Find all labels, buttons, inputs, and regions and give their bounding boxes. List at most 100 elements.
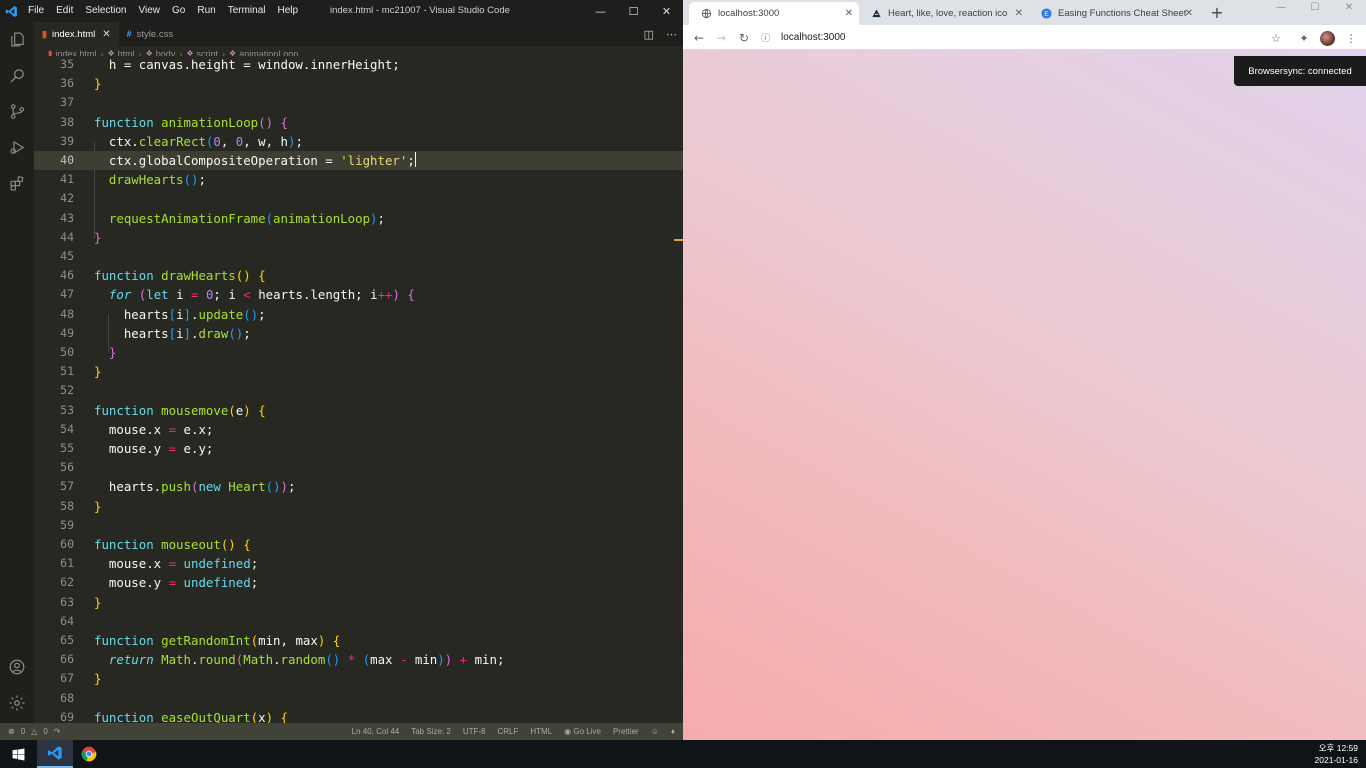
code-line[interactable]: 38 function animationLoop() { bbox=[34, 113, 683, 132]
close-icon[interactable]: ✕ bbox=[1332, 0, 1366, 14]
code-line[interactable]: 55 mouse.y = e.y; bbox=[34, 439, 683, 458]
close-tab-icon[interactable]: ✕ bbox=[1015, 8, 1023, 19]
code-line[interactable]: 52 bbox=[34, 381, 683, 400]
account-icon[interactable] bbox=[0, 650, 34, 684]
code-line[interactable]: 53 function mousemove(e) { bbox=[34, 401, 683, 420]
kebab-menu-icon[interactable]: ⋮ bbox=[1343, 30, 1359, 46]
taskbar-chrome-icon[interactable] bbox=[71, 740, 107, 768]
error-count[interactable]: 0 bbox=[21, 727, 25, 736]
menu-item-view[interactable]: View bbox=[133, 0, 167, 22]
page-content[interactable] bbox=[683, 50, 1366, 740]
minimize-icon[interactable]: — bbox=[1264, 0, 1298, 14]
code-line[interactable]: 43 requestAnimationFrame(animationLoop); bbox=[34, 209, 683, 228]
code-line[interactable]: 41 drawHearts(); bbox=[34, 170, 683, 189]
cursor-position[interactable]: Ln 40, Col 44 bbox=[352, 727, 400, 736]
code-token: round bbox=[198, 652, 236, 668]
line-ending[interactable]: CRLF bbox=[497, 727, 518, 736]
warning-count[interactable]: 0 bbox=[43, 727, 47, 736]
bookmark-star-icon[interactable]: ☆ bbox=[1268, 30, 1284, 46]
code-line[interactable]: 66 return Math.round(Math.random() * (ma… bbox=[34, 650, 683, 669]
split-editor-icon[interactable]: ◫ bbox=[644, 28, 654, 41]
warning-icon[interactable]: △ bbox=[31, 727, 37, 736]
minimize-icon[interactable]: — bbox=[584, 0, 617, 22]
code-editor[interactable]: 35 h = canvas.height = window.innerHeigh… bbox=[34, 56, 683, 723]
code-line[interactable]: 65 function getRandomInt(min, max) { bbox=[34, 631, 683, 650]
live-share-icon[interactable]: ↷ bbox=[54, 727, 61, 736]
language-mode[interactable]: HTML bbox=[530, 727, 552, 736]
forward-arrow-icon[interactable]: → bbox=[713, 30, 729, 46]
code-token: mouse.y bbox=[94, 575, 169, 591]
code-line[interactable]: 40 ctx.globalCompositeOperation = 'light… bbox=[34, 151, 683, 171]
go-live-button[interactable]: ◉ Go Live bbox=[564, 727, 601, 736]
system-clock[interactable]: 오후 12:59 2021-01-16 bbox=[1315, 742, 1358, 766]
code-line[interactable]: 61 mouse.x = undefined; bbox=[34, 554, 683, 573]
code-line[interactable]: 63} bbox=[34, 593, 683, 612]
source-control-icon[interactable] bbox=[0, 94, 34, 128]
menu-item-selection[interactable]: Selection bbox=[79, 0, 132, 22]
code-line[interactable]: 54 mouse.x = e.x; bbox=[34, 420, 683, 439]
code-line[interactable]: 67} bbox=[34, 669, 683, 688]
menu-item-go[interactable]: Go bbox=[166, 0, 191, 22]
close-tab-icon[interactable]: ✕ bbox=[102, 29, 110, 40]
back-arrow-icon[interactable]: ← bbox=[691, 30, 707, 46]
maximize-icon[interactable]: ☐ bbox=[617, 0, 650, 22]
taskbar-vscode-icon[interactable] bbox=[37, 740, 73, 768]
tab-style-css[interactable]: # style.css bbox=[119, 22, 181, 46]
code-line[interactable]: 56 bbox=[34, 458, 683, 477]
tab-size[interactable]: Tab Size: 2 bbox=[411, 727, 451, 736]
code-line[interactable]: 58} bbox=[34, 497, 683, 516]
code-line[interactable]: 37 bbox=[34, 93, 683, 112]
feedback-icon[interactable]: ☺ bbox=[651, 727, 659, 736]
code-line[interactable]: 50 } bbox=[34, 343, 683, 362]
extensions-puzzle-icon[interactable]: ✦ bbox=[1296, 30, 1312, 46]
code-line[interactable]: 57 hearts.push(new Heart()); bbox=[34, 477, 683, 496]
explorer-icon[interactable] bbox=[0, 22, 34, 56]
profile-avatar[interactable] bbox=[1319, 30, 1335, 46]
code-line[interactable]: 45 bbox=[34, 247, 683, 266]
windows-start-icon[interactable] bbox=[0, 740, 36, 768]
code-line[interactable]: 35 h = canvas.height = window.innerHeigh… bbox=[34, 56, 683, 74]
close-icon[interactable]: ✕ bbox=[650, 0, 683, 22]
run-debug-icon[interactable] bbox=[0, 130, 34, 164]
maximize-icon[interactable]: ☐ bbox=[1298, 0, 1332, 14]
browser-tab-easings[interactable]: E Easing Functions Cheat Sheet ✕ bbox=[1029, 2, 1199, 25]
code-token: = bbox=[168, 556, 177, 572]
code-line[interactable]: 60 function mouseout() { bbox=[34, 535, 683, 554]
notifications-icon[interactable]: ♦ bbox=[671, 727, 675, 736]
new-tab-plus-icon[interactable]: + bbox=[1207, 2, 1227, 22]
browser-tab-flaticon[interactable]: Heart, like, love, reaction icon - ✕ bbox=[859, 2, 1029, 25]
code-line[interactable]: 49 hearts[i].draw(); bbox=[34, 324, 683, 343]
address-bar[interactable]: ⓘ localhost:3000 bbox=[761, 28, 1291, 47]
code-line[interactable]: 42 bbox=[34, 189, 683, 208]
browser-tab-localhost[interactable]: localhost:3000 ✕ bbox=[689, 2, 859, 25]
code-line[interactable]: 48 hearts[i].update(); bbox=[34, 305, 683, 324]
menu-item-run[interactable]: Run bbox=[191, 0, 221, 22]
extensions-icon[interactable] bbox=[0, 166, 34, 200]
code-line[interactable]: 51} bbox=[34, 362, 683, 381]
close-tab-icon[interactable]: ✕ bbox=[845, 8, 853, 19]
menu-item-help[interactable]: Help bbox=[272, 0, 305, 22]
menu-item-terminal[interactable]: Terminal bbox=[222, 0, 272, 22]
code-line[interactable]: 62 mouse.y = undefined; bbox=[34, 573, 683, 592]
code-line[interactable]: 68 bbox=[34, 689, 683, 708]
code-line[interactable]: 69 function easeOutQuart(x) { bbox=[34, 708, 683, 723]
close-tab-icon[interactable]: ✕ bbox=[1185, 8, 1193, 19]
menu-item-edit[interactable]: Edit bbox=[50, 0, 79, 22]
tab-index-html[interactable]: ▮ index.html ✕ bbox=[34, 22, 119, 46]
reload-icon[interactable]: ↻ bbox=[736, 30, 752, 46]
prettier-button[interactable]: Prettier bbox=[613, 727, 639, 736]
more-actions-icon[interactable]: ⋯ bbox=[666, 28, 677, 41]
search-icon[interactable] bbox=[0, 58, 34, 92]
encoding[interactable]: UTF-8 bbox=[463, 727, 486, 736]
code-line[interactable]: 47 for (let i = 0; i < hearts.length; i+… bbox=[34, 285, 683, 304]
code-line[interactable]: 46 function drawHearts() { bbox=[34, 266, 683, 285]
code-line[interactable]: 64 bbox=[34, 612, 683, 631]
code-line[interactable]: 39 ctx.clearRect(0, 0, w, h); bbox=[34, 132, 683, 151]
settings-gear-icon[interactable] bbox=[0, 686, 34, 720]
code-line[interactable]: 36} bbox=[34, 74, 683, 93]
site-info-icon[interactable]: ⓘ bbox=[761, 31, 775, 44]
code-line[interactable]: 59 bbox=[34, 516, 683, 535]
code-line[interactable]: 44} bbox=[34, 228, 683, 247]
menu-item-file[interactable]: File bbox=[22, 0, 50, 22]
errors-icon[interactable]: ⊗ bbox=[8, 727, 15, 736]
